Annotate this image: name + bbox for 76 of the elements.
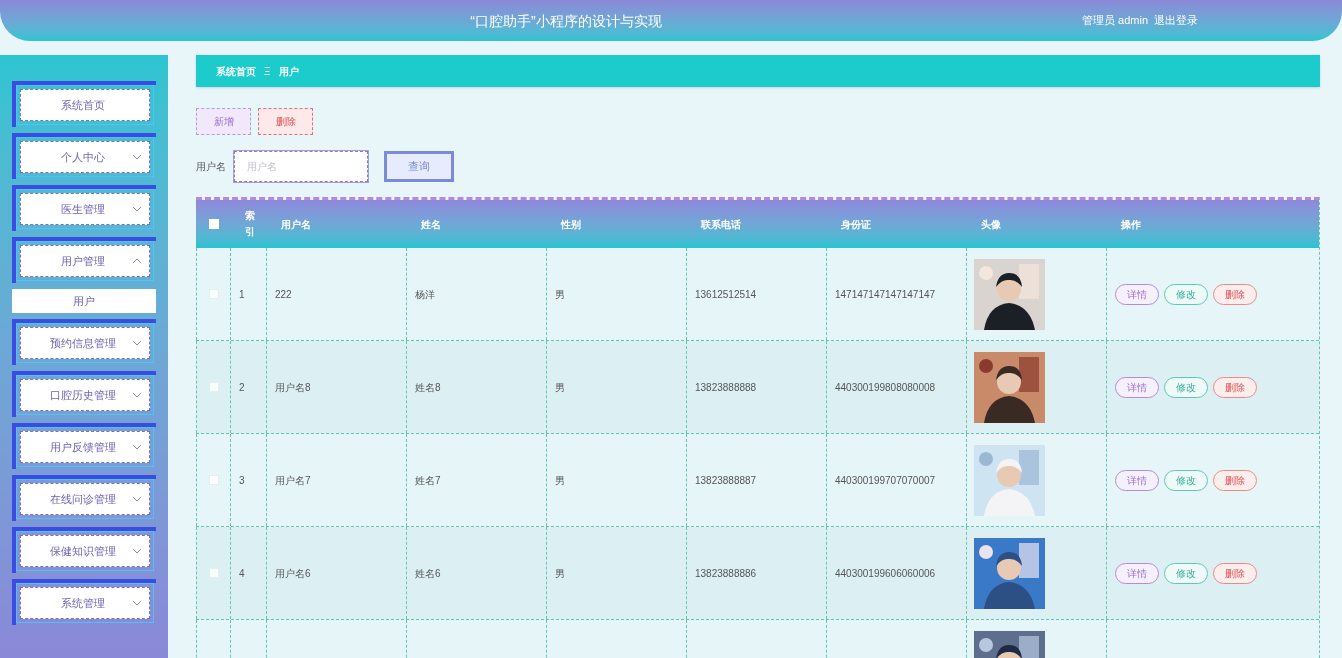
sidebar-menu-item[interactable]: 系统管理 bbox=[20, 587, 150, 619]
table-cell-text: 男 bbox=[555, 566, 565, 581]
table-cell-text: 440300199606060006 bbox=[835, 566, 936, 581]
chevron-down-icon bbox=[132, 392, 142, 398]
details-button[interactable]: 详情 bbox=[1115, 562, 1159, 584]
chevron-down-icon bbox=[132, 600, 142, 606]
chevron-down-icon bbox=[132, 548, 142, 554]
column-header: 姓名 bbox=[421, 217, 441, 232]
edit-button[interactable]: 修改 bbox=[1164, 376, 1208, 398]
table-cell-text: 2 bbox=[239, 380, 245, 395]
column-header: 索引 bbox=[245, 209, 255, 239]
table-cell-text: 13823888886 bbox=[695, 566, 757, 581]
edit-button[interactable]: 修改 bbox=[1164, 562, 1208, 584]
chevron-down-icon bbox=[132, 444, 142, 450]
sidebar-menu-item[interactable]: 预约信息管理 bbox=[20, 327, 150, 359]
chevron-up-icon bbox=[132, 258, 142, 264]
table-cell-text: 4 bbox=[239, 566, 245, 581]
delete-button[interactable]: 删除 bbox=[1213, 469, 1257, 491]
chevron-down-icon bbox=[132, 206, 142, 212]
table-cell-text: 13612512514 bbox=[695, 287, 757, 302]
sidebar-menu-item[interactable]: 在线问诊管理 bbox=[20, 483, 150, 515]
edit-button[interactable]: 修改 bbox=[1164, 283, 1208, 305]
table-cell-text: 男 bbox=[555, 380, 565, 395]
edit-button[interactable]: 修改 bbox=[1164, 469, 1208, 491]
sidebar-menu-item[interactable]: 医生管理 bbox=[20, 193, 150, 225]
details-button[interactable]: 详情 bbox=[1115, 283, 1159, 305]
table-cell-text: 1 bbox=[239, 287, 245, 302]
breadcrumb-link[interactable]: 系统首页 bbox=[216, 63, 256, 79]
table-cell-text: 用户名6 bbox=[275, 566, 311, 581]
search-button[interactable]: 查询 bbox=[384, 151, 454, 182]
sidebar-menu-item[interactable]: 个人中心 bbox=[20, 141, 150, 173]
table-cell-text: 13823888888 bbox=[695, 380, 757, 395]
table-cell-text: 13823888887 bbox=[695, 473, 757, 488]
delete-button[interactable]: 删除 bbox=[1213, 376, 1257, 398]
logout-link[interactable]: 退出登录 bbox=[1154, 12, 1199, 29]
details-button[interactable]: 详情 bbox=[1115, 376, 1159, 398]
sidebar-submenu-item[interactable]: 用户 bbox=[12, 289, 156, 313]
sidebar-menu-item[interactable]: 系统首页 bbox=[20, 89, 150, 121]
add-button[interactable]: 新增 bbox=[196, 108, 251, 135]
checkbox[interactable] bbox=[208, 568, 219, 578]
table-cell-text: 杨洋 bbox=[415, 287, 435, 302]
checkbox[interactable] bbox=[208, 382, 219, 392]
breadcrumb-link[interactable]: 用户 bbox=[278, 63, 299, 79]
sidebar-menu-item[interactable]: 用户管理 bbox=[20, 245, 150, 277]
column-header: 操作 bbox=[1121, 217, 1141, 232]
app-title: “口腔助手”小程序的设计与实现 bbox=[470, 12, 662, 29]
column-header: 头像 bbox=[981, 217, 1001, 232]
table-cell-text: 姓名7 bbox=[415, 473, 441, 488]
table-cell-text: 用户名7 bbox=[275, 473, 311, 488]
table-cell-text: 男 bbox=[555, 473, 565, 488]
table-cell-text: 440300199808080008 bbox=[835, 380, 936, 395]
table-cell-text: 姓名6 bbox=[415, 566, 441, 581]
delete-button[interactable]: 删除 bbox=[1213, 283, 1257, 305]
column-header: 联系电话 bbox=[701, 217, 741, 232]
details-button[interactable]: 详情 bbox=[1115, 469, 1159, 491]
chevron-down-icon bbox=[132, 340, 142, 346]
table-cell-text: 222 bbox=[275, 287, 292, 302]
sidebar-menu-item[interactable]: 用户反馈管理 bbox=[20, 431, 150, 463]
search-label: 用户名 bbox=[196, 160, 226, 174]
admin-label: 管理员 admin bbox=[1082, 13, 1149, 29]
table-cell-text: 用户名8 bbox=[275, 380, 311, 395]
table-cell-text: 440300199707070007 bbox=[835, 473, 936, 488]
sidebar-menu-item[interactable]: 口腔历史管理 bbox=[20, 379, 150, 411]
chevron-down-icon bbox=[132, 154, 142, 160]
column-header: 性别 bbox=[561, 217, 581, 232]
table-cell-text: 3 bbox=[239, 473, 245, 488]
table-cell-text: 男 bbox=[555, 287, 565, 302]
column-header: 用户名 bbox=[281, 217, 311, 232]
sidebar-menu-item[interactable]: 保健知识管理 bbox=[20, 535, 150, 567]
breadcrumb-separator: Ξ bbox=[264, 64, 271, 79]
table-cell-text: 姓名8 bbox=[415, 380, 441, 395]
delete-button[interactable]: 删除 bbox=[1213, 562, 1257, 584]
chevron-down-icon bbox=[132, 496, 142, 502]
table-cell-text: 147147147147147147 bbox=[835, 287, 936, 302]
delete-button[interactable]: 删除 bbox=[258, 108, 313, 135]
column-header: 身份证 bbox=[841, 217, 871, 232]
